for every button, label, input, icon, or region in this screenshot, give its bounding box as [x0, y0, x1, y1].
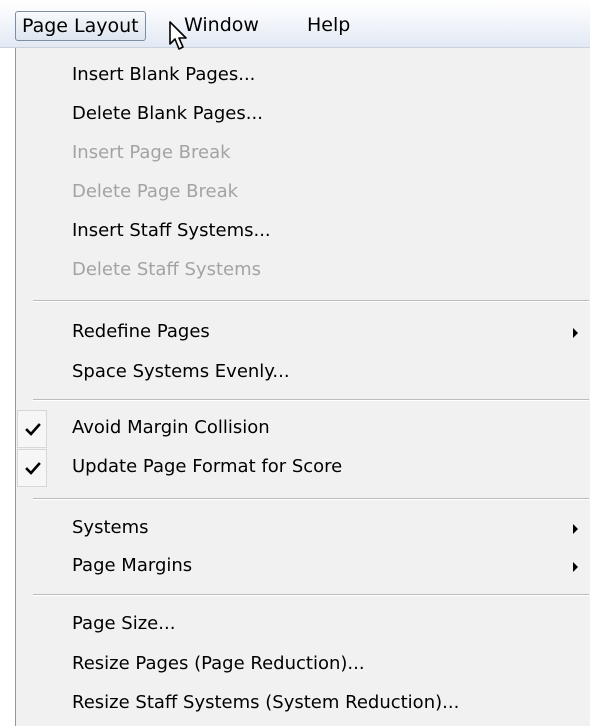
menu-item-label: Resize Staff Systems (System Reduction).…: [72, 692, 460, 713]
menu-item-insert-staff-systems[interactable]: Insert Staff Systems...: [16, 212, 590, 252]
check-gutter: [17, 449, 47, 487]
submenu-arrow-icon: [573, 328, 578, 338]
page-layout-dropdown-menu: Insert Blank Pages... Delete Blank Pages…: [15, 48, 590, 726]
menu-item-label: Avoid Margin Collision: [72, 417, 270, 438]
menubar-item-window[interactable]: Window: [178, 11, 265, 41]
menu-item-update-page-format-for-score[interactable]: Update Page Format for Score: [16, 448, 590, 488]
menu-item-delete-page-break[interactable]: Delete Page Break: [16, 173, 590, 213]
menu-item-insert-blank-pages[interactable]: Insert Blank Pages...: [16, 56, 590, 96]
menu-item-page-margins[interactable]: Page Margins: [16, 547, 590, 587]
menu-item-label: Insert Blank Pages...: [72, 64, 256, 85]
menu-item-label: Resize Pages (Page Reduction)...: [72, 653, 365, 674]
menubar-item-help[interactable]: Help: [301, 11, 356, 41]
menu-item-label: Redefine Pages: [72, 321, 210, 342]
menubar: Page Layout Window Help: [0, 0, 590, 50]
menu-item-label: Insert Page Break: [72, 142, 231, 163]
menu-item-label: Page Size...: [72, 613, 176, 634]
menu-item-label: Space Systems Evenly...: [72, 361, 290, 382]
menu-item-avoid-margin-collision[interactable]: Avoid Margin Collision: [16, 409, 590, 449]
submenu-arrow-icon: [573, 562, 578, 572]
menu-item-systems[interactable]: Systems: [16, 509, 590, 549]
menu-separator: [33, 399, 589, 401]
check-icon: [25, 423, 41, 436]
mouse-pointer-icon: [169, 21, 187, 50]
menu-separator: [33, 300, 589, 302]
menu-separator: [33, 594, 589, 596]
submenu-arrow-icon: [573, 524, 578, 534]
menu-item-label: Delete Page Break: [72, 181, 239, 202]
menubar-item-page-layout[interactable]: Page Layout: [15, 11, 146, 41]
menu-item-label: Insert Staff Systems...: [72, 220, 271, 241]
menu-item-resize-pages[interactable]: Resize Pages (Page Reduction)...: [16, 645, 590, 685]
menu-item-label: Systems: [72, 517, 149, 538]
menu-item-label: Delete Staff Systems: [72, 259, 261, 280]
menu-item-page-size[interactable]: Page Size...: [16, 605, 590, 645]
menu-item-redefine-pages[interactable]: Redefine Pages: [16, 313, 590, 353]
menu-item-resize-staff-systems[interactable]: Resize Staff Systems (System Reduction).…: [16, 684, 590, 724]
menu-item-label: Page Margins: [72, 555, 193, 576]
menu-item-delete-blank-pages[interactable]: Delete Blank Pages...: [16, 95, 590, 135]
menu-item-label: Update Page Format for Score: [72, 456, 343, 477]
check-icon: [25, 462, 41, 475]
menu-item-label: Delete Blank Pages...: [72, 103, 263, 124]
menu-item-insert-page-break[interactable]: Insert Page Break: [16, 134, 590, 174]
menu-item-space-systems-evenly[interactable]: Space Systems Evenly...: [16, 353, 590, 393]
menu-item-delete-staff-systems[interactable]: Delete Staff Systems: [16, 251, 590, 291]
menu-separator: [33, 498, 589, 500]
check-gutter: [17, 410, 47, 448]
